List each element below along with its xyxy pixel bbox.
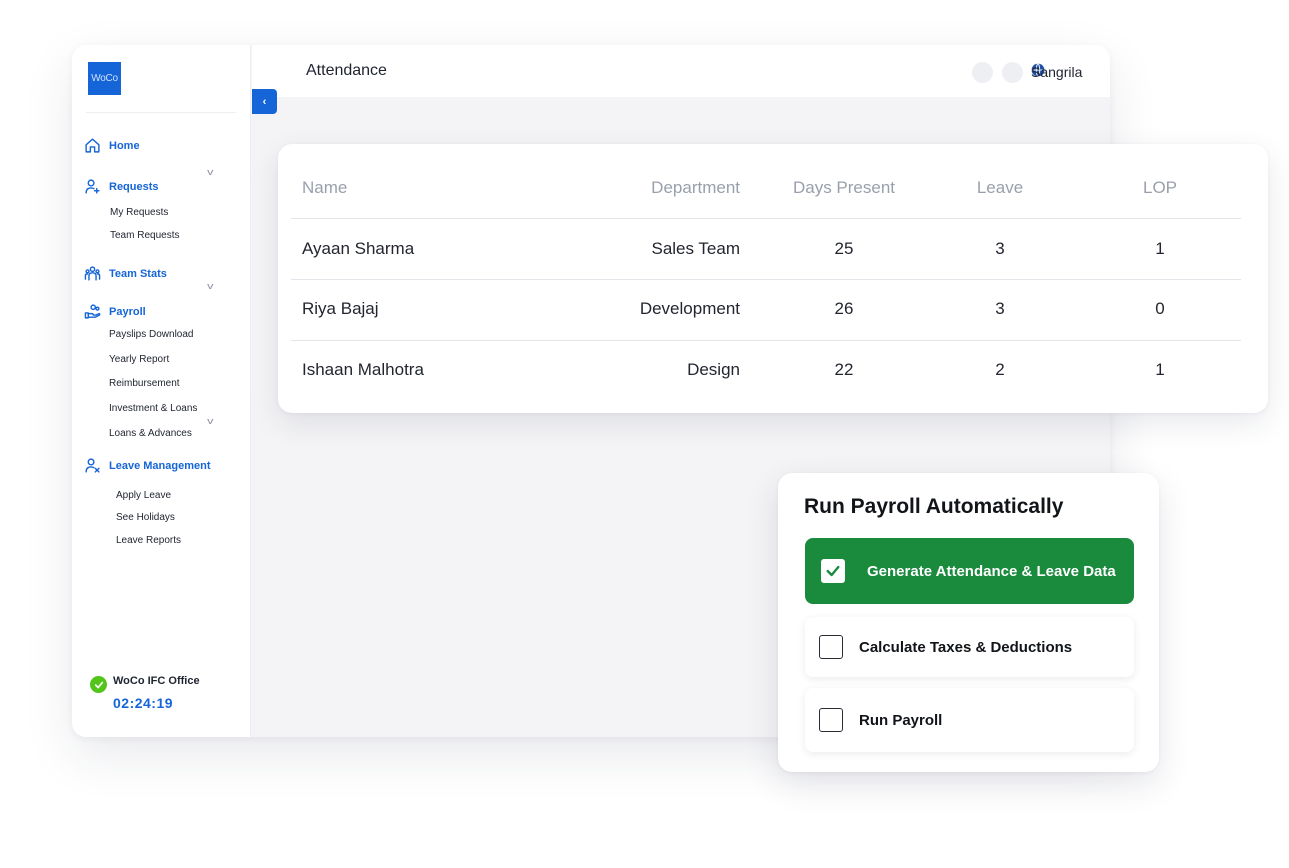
cell-name: Ishaan Malhotra — [302, 360, 424, 379]
cell-department: Development — [639, 299, 740, 318]
sub-item-yearly-report[interactable]: Yearly Report — [109, 354, 169, 365]
checkbox-checked[interactable] — [821, 559, 845, 583]
sidebar: WoCo Home Requests v My Requests Team Re… — [72, 45, 251, 737]
column-header-name: Name — [302, 178, 348, 197]
cell-name: Riya Bajaj — [302, 299, 379, 318]
nav-item-requests[interactable]: Requests — [84, 178, 159, 195]
user-name[interactable]: Sangrila — [1031, 64, 1082, 80]
step-label: Run Payroll — [859, 711, 943, 729]
cell-leave: 3 — [995, 239, 1005, 258]
cell-lop: 0 — [1155, 299, 1165, 318]
office-name: WoCo IFC Office — [113, 675, 200, 687]
checkbox-unchecked[interactable] — [819, 708, 843, 732]
chevron-down-icon[interactable]: v — [207, 416, 213, 426]
sub-item-leave-reports[interactable]: Leave Reports — [116, 535, 181, 546]
cell-department: Design — [687, 360, 740, 379]
row-divider — [291, 340, 1241, 341]
divider — [86, 112, 236, 113]
cell-lop: 1 — [1155, 239, 1165, 258]
nav-label-team-stats: Team Stats — [109, 267, 167, 280]
logo[interactable]: WoCo — [88, 62, 121, 95]
team-icon — [84, 266, 101, 281]
notification-icon[interactable] — [972, 62, 993, 83]
nav-item-team-stats[interactable]: Team Stats — [84, 265, 167, 282]
checkbox-unchecked[interactable] — [819, 635, 843, 659]
sub-item-team-requests[interactable]: Team Requests — [110, 230, 179, 241]
nav-item-leave-management[interactable]: Leave Management — [84, 457, 210, 474]
step-label: Calculate Taxes & Deductions — [859, 638, 1073, 656]
column-header-leave: Leave — [976, 178, 1024, 197]
step-calculate-taxes[interactable]: Calculate Taxes & Deductions — [805, 617, 1134, 677]
sub-item-reimbursement[interactable]: Reimbursement — [109, 378, 180, 389]
user-plus-icon — [85, 179, 100, 194]
step-run-payroll[interactable]: Run Payroll — [805, 688, 1134, 752]
column-header-department: Department — [651, 178, 740, 197]
cell-days-present: 22 — [834, 360, 854, 379]
cell-days-present: 26 — [834, 299, 854, 318]
attendance-table-card: Name Department Days Present Leave LOP A… — [278, 144, 1268, 413]
check-icon — [826, 565, 840, 577]
nav-label-leave-management: Leave Management — [109, 459, 211, 472]
step-generate-attendance[interactable]: Generate Attendance & Leave Data — [805, 538, 1134, 604]
cell-lop: 1 — [1155, 360, 1165, 379]
nav-label-home: Home — [109, 139, 140, 152]
home-icon — [85, 138, 100, 153]
nav-item-home[interactable]: Home — [84, 137, 140, 154]
row-divider — [291, 279, 1241, 280]
topbar: Attendance Sangrila — [252, 45, 1110, 97]
chevron-down-icon[interactable]: v — [207, 281, 213, 291]
sub-item-see-holidays[interactable]: See Holidays — [116, 512, 175, 523]
office-timer: 02:24:19 — [113, 695, 174, 711]
collapse-sidebar-button[interactable]: ‹ — [252, 89, 277, 114]
sub-item-payslips-download[interactable]: Payslips Download — [109, 329, 194, 340]
cell-leave: 2 — [995, 360, 1005, 379]
payroll-card-title: Run Payroll Automatically — [804, 495, 1064, 518]
nav-label-requests: Requests — [109, 180, 159, 193]
sub-item-investment-loans[interactable]: Investment & Loans — [109, 403, 197, 414]
cell-name: Ayaan Sharma — [302, 239, 415, 258]
header-divider — [291, 218, 1241, 219]
page-title: Attendance — [306, 62, 387, 79]
cell-department: Sales Team — [651, 239, 740, 258]
cell-leave: 3 — [995, 299, 1005, 318]
sub-item-apply-leave[interactable]: Apply Leave — [116, 490, 171, 501]
cell-days-present: 25 — [834, 239, 854, 258]
column-header-lop: LOP — [1142, 178, 1178, 197]
user-remove-icon — [85, 458, 100, 473]
sub-item-loans-advances[interactable]: Loans & Advances — [109, 428, 192, 439]
run-payroll-card: Run Payroll Automatically Generate Atten… — [778, 473, 1159, 772]
nav-item-payroll[interactable]: Payroll — [84, 303, 146, 320]
step-label: Generate Attendance & Leave Data — [867, 562, 1116, 580]
chevron-left-icon: ‹ — [262, 95, 267, 108]
sub-item-my-requests[interactable]: My Requests — [110, 207, 168, 218]
payroll-hand-icon — [84, 304, 101, 319]
settings-icon[interactable] — [1002, 62, 1023, 83]
check-circle-icon — [90, 676, 107, 693]
chevron-down-icon[interactable]: v — [207, 167, 213, 177]
nav-label-payroll: Payroll — [109, 305, 146, 318]
column-header-days-present: Days Present — [792, 178, 896, 197]
